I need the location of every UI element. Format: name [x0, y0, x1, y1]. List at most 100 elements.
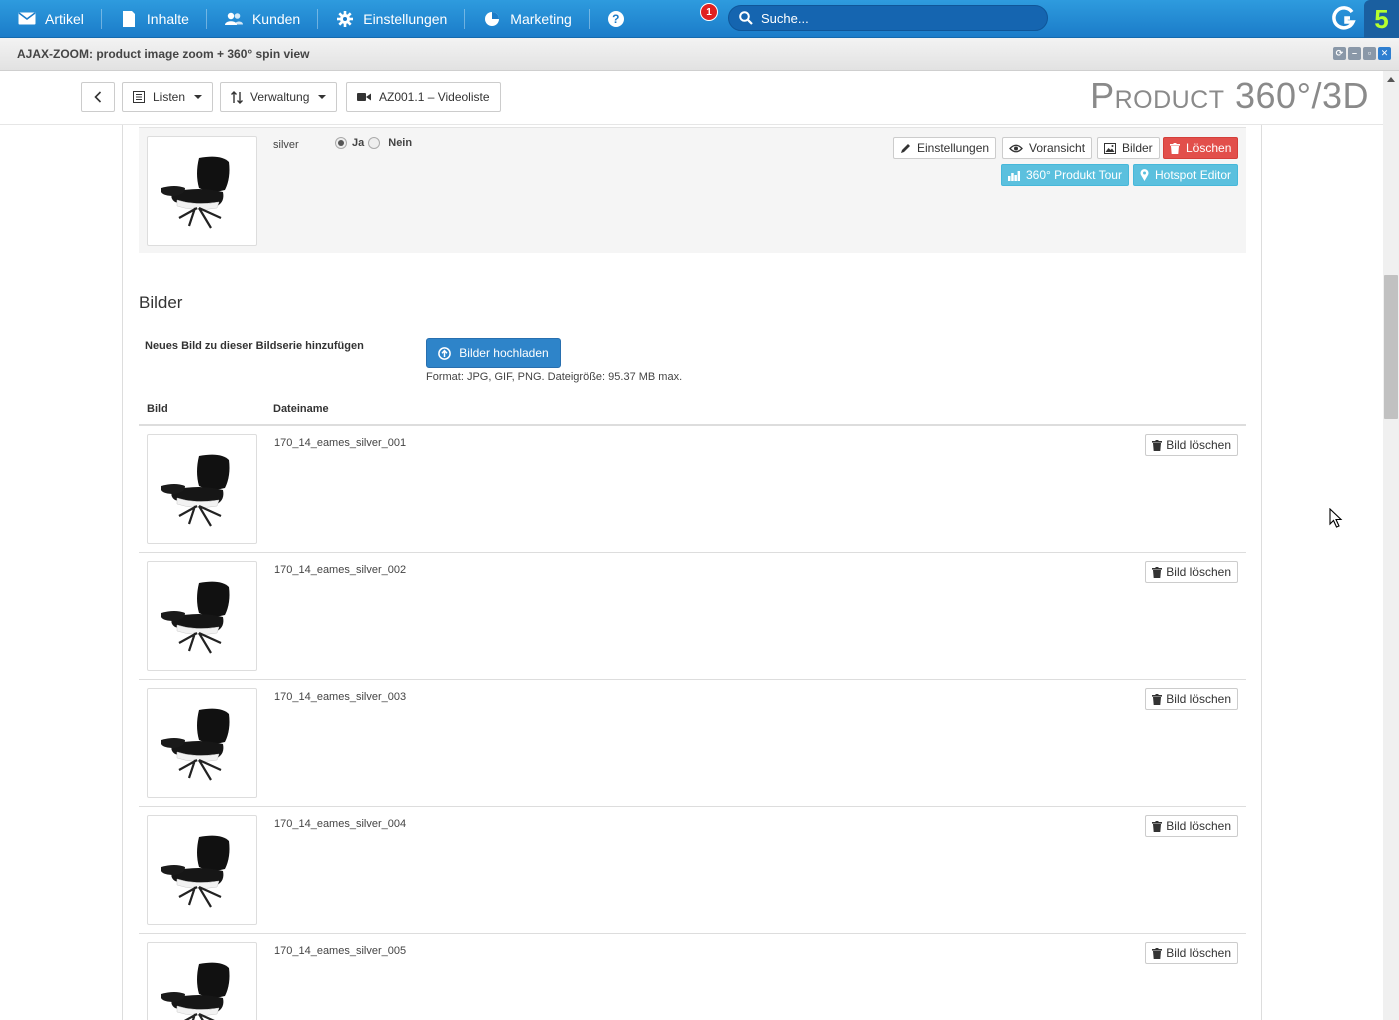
- page-scrollbar[interactable]: [1383, 71, 1399, 1020]
- shopware-version-logo[interactable]: 5: [1364, 0, 1399, 38]
- list-icon: [133, 91, 145, 103]
- table-row: 170_14_eames_silver_002 Bild löschen: [139, 553, 1246, 680]
- verwaltung-dropdown[interactable]: Verwaltung: [220, 82, 338, 112]
- delete-image-button[interactable]: Bild löschen: [1145, 688, 1238, 710]
- radio-no-label: Nein: [388, 137, 413, 149]
- caret-down-icon: [194, 95, 203, 99]
- active-radio-group: Ja Nein: [335, 137, 412, 149]
- search-box[interactable]: [728, 5, 1048, 31]
- nav-item-einstellungen[interactable]: Einstellungen: [318, 0, 466, 38]
- delete-image-button[interactable]: Bild löschen: [1145, 561, 1238, 583]
- series-thumbnail[interactable]: [147, 136, 257, 246]
- delete-image-label: Bild löschen: [1166, 692, 1231, 706]
- file-name: 170_14_eames_silver_001: [274, 437, 407, 449]
- delete-image-label: Bild löschen: [1166, 565, 1231, 579]
- table-row: 170_14_eames_silver_004 Bild löschen: [139, 807, 1246, 934]
- file-name: 170_14_eames_silver_002: [274, 564, 407, 576]
- pie-chart-icon: [483, 11, 501, 27]
- help-button[interactable]: ?: [590, 0, 642, 38]
- window-controls: ⟳ – ▫ ✕: [1333, 47, 1391, 60]
- image-thumbnail[interactable]: [147, 561, 257, 671]
- chair-image: [161, 454, 230, 527]
- bilder-label: Bilder: [1122, 141, 1153, 155]
- mouse-cursor-icon: [1329, 508, 1343, 528]
- chair-image: [161, 581, 230, 654]
- gear-icon: [336, 10, 354, 27]
- hotspot-editor-label: Hotspot Editor: [1155, 168, 1232, 182]
- column-header-bild: Bild: [147, 403, 168, 415]
- image-series-row: silver Ja Nein Einstellungen Voransicht …: [139, 127, 1246, 253]
- table-row: 170_14_eames_silver_005 Bild löschen: [139, 934, 1246, 1020]
- nav-item-inhalte[interactable]: Inhalte: [102, 0, 208, 38]
- images-heading: Bilder: [139, 293, 183, 312]
- brand-logo-icon[interactable]: [1330, 5, 1356, 31]
- nav-item-label: Artikel: [45, 10, 84, 27]
- envelope-icon: [18, 11, 36, 27]
- close-icon[interactable]: ✕: [1378, 47, 1391, 60]
- delete-image-button[interactable]: Bild löschen: [1145, 942, 1238, 964]
- eye-icon: [1009, 144, 1023, 152]
- bilder-button[interactable]: Bilder: [1097, 137, 1160, 159]
- question-icon: ?: [607, 10, 624, 27]
- hotspot-editor-button[interactable]: Hotspot Editor: [1133, 164, 1239, 186]
- file-name: 170_14_eames_silver_003: [274, 691, 407, 703]
- loeschen-label: Löschen: [1186, 141, 1232, 155]
- radio-yes[interactable]: [335, 137, 347, 149]
- back-button[interactable]: [81, 82, 115, 112]
- image-thumbnail[interactable]: [147, 688, 257, 798]
- toolbar: Listen Verwaltung AZ001.1 – Videoliste P…: [0, 71, 1383, 125]
- chevron-left-icon: [94, 91, 102, 103]
- top-navigation: Artikel Inhalte Kunden Einstellungen Mar…: [0, 0, 1399, 38]
- listen-dropdown[interactable]: Listen: [122, 82, 214, 112]
- nav-item-marketing[interactable]: Marketing: [465, 0, 591, 38]
- scroll-up-arrow-icon[interactable]: [1387, 77, 1395, 82]
- upload-circle-icon: [438, 346, 452, 360]
- image-thumbnail[interactable]: [147, 942, 257, 1020]
- trash-icon: [1152, 820, 1163, 832]
- trash-icon: [1152, 439, 1163, 451]
- upload-images-button[interactable]: Bilder hochladen: [426, 338, 561, 368]
- chair-image: [161, 708, 230, 781]
- page-icon: [120, 10, 138, 27]
- einstellungen-button[interactable]: Einstellungen: [893, 137, 997, 159]
- radio-yes-label: Ja: [352, 137, 365, 149]
- chair-image: [161, 962, 230, 1020]
- notification-badge[interactable]: 1: [700, 3, 718, 21]
- refresh-icon[interactable]: ⟳: [1333, 47, 1346, 60]
- chair-image: [161, 156, 230, 229]
- maximize-icon[interactable]: ▫: [1363, 47, 1376, 60]
- add-image-label: Neues Bild zu dieser Bildserie hinzufüge…: [145, 340, 364, 352]
- trash-icon: [1152, 693, 1163, 705]
- delete-image-button[interactable]: Bild löschen: [1145, 815, 1238, 837]
- nav-item-label: Kunden: [251, 10, 301, 27]
- pencil-icon: [901, 143, 910, 153]
- voransicht-button[interactable]: Voransicht: [1002, 137, 1093, 159]
- video-camera-icon: [357, 93, 371, 101]
- nav-item-label: Inhalte: [146, 10, 189, 27]
- minimize-icon[interactable]: –: [1348, 47, 1361, 60]
- sort-arrows-icon: [231, 90, 243, 104]
- nav-item-label: Marketing: [510, 10, 572, 27]
- content-panel: silver Ja Nein Einstellungen Voransicht …: [122, 125, 1262, 1020]
- radio-no[interactable]: [368, 137, 381, 149]
- loeschen-button[interactable]: Löschen: [1163, 137, 1239, 159]
- listen-label: Listen: [153, 90, 186, 104]
- scrollbar-thumb[interactable]: [1384, 275, 1398, 419]
- file-name: 170_14_eames_silver_004: [274, 818, 407, 830]
- delete-image-button[interactable]: Bild löschen: [1145, 434, 1238, 456]
- produkt-tour-button[interactable]: 360° Produkt Tour: [1001, 164, 1129, 186]
- search-icon: [739, 11, 753, 25]
- delete-image-label: Bild löschen: [1166, 819, 1231, 833]
- nav-item-kunden[interactable]: Kunden: [207, 0, 319, 38]
- nav-item-artikel[interactable]: Artikel: [0, 0, 102, 38]
- videoliste-button[interactable]: AZ001.1 – Videoliste: [346, 82, 501, 112]
- image-thumbnail[interactable]: [147, 815, 257, 925]
- page-title: Product 360°/3D: [1090, 75, 1369, 116]
- image-thumbnail[interactable]: [147, 434, 257, 544]
- caret-down-icon: [318, 95, 327, 99]
- map-marker-icon: [1140, 169, 1149, 181]
- users-icon: [224, 11, 243, 27]
- search-input[interactable]: [761, 10, 1031, 26]
- table-row: 170_14_eames_silver_001 Bild löschen: [139, 426, 1246, 553]
- column-header-dateiname: Dateiname: [273, 403, 329, 415]
